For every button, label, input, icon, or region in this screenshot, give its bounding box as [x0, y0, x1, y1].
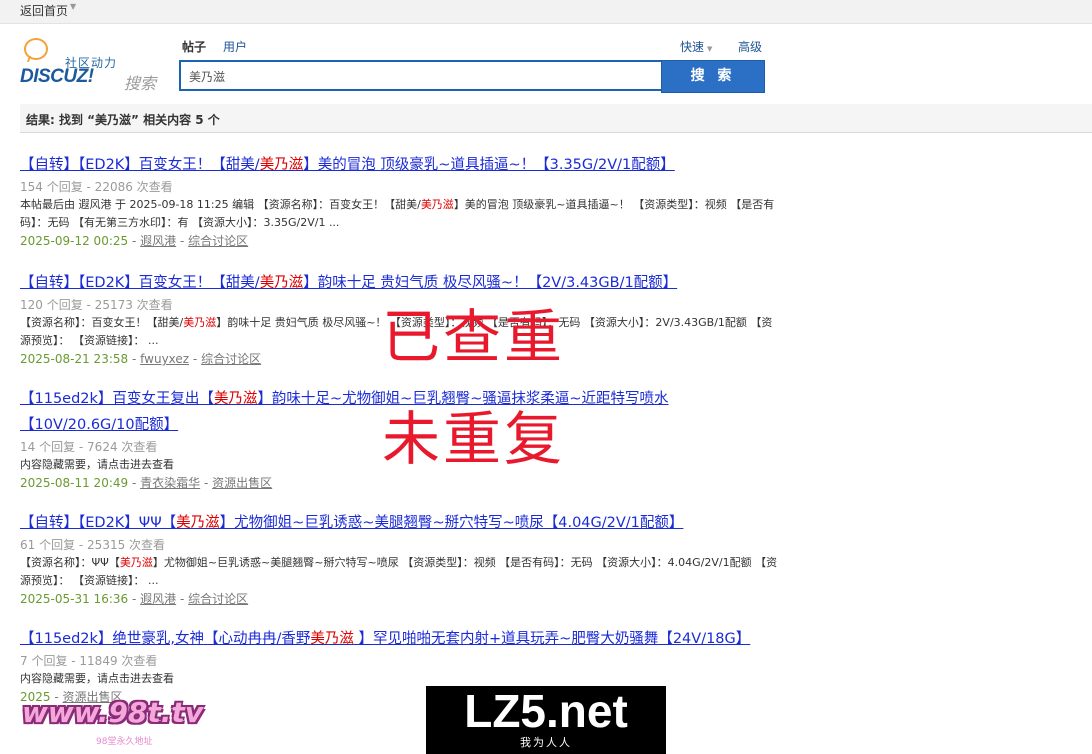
lz5-watermark-slogan: 我为人人 — [520, 736, 572, 749]
result-forum-link[interactable]: 资源出售区 — [212, 476, 272, 490]
result-excerpt: 本帖最后由 遐风港 于 2025-09-18 11:25 编辑 【资源名称】：百… — [20, 198, 775, 229]
back-home-link[interactable]: 返回首页 — [20, 2, 68, 19]
logo-search-word: 搜索 — [124, 74, 157, 93]
search-button[interactable]: 搜 索 — [661, 60, 765, 93]
chevron-down-icon: ▼ — [707, 45, 713, 53]
result-excerpt: 【资源名称】：ΨΨ【美乃滋】尤物御姐~巨乳诱惑~美腿翘臀~掰穴特写~喷尿 【资源… — [20, 556, 778, 587]
result-item: 【自转】【ED2K】ΨΨ【美乃滋】尤物御姐~巨乳诱惑~美腿翘臀~掰穴特写~喷尿【… — [20, 510, 780, 626]
result-author-link[interactable]: 遐风港 — [140, 234, 176, 248]
chat-bubble-tail — [26, 56, 38, 62]
tab-users[interactable]: 用户 — [223, 38, 247, 55]
result-footer: 2025-09-12 00:25 - 遐风港 - 综合讨论区 — [20, 234, 249, 248]
result-author-link[interactable]: 遐风港 — [140, 592, 176, 606]
result-meta: 154 个回复 - 22086 次查看 — [20, 180, 173, 194]
chevron-down-icon[interactable]: ▼ — [70, 2, 76, 11]
result-meta: 61 个回复 - 25315 次查看 — [20, 538, 166, 552]
result-forum-link[interactable]: 综合讨论区 — [201, 352, 261, 366]
result-author-link[interactable]: fwuyxez — [140, 352, 189, 366]
site-watermark: www.98t.tv 98堂永久地址 — [22, 696, 246, 754]
top-bar: 返回首页 ▼ — [0, 0, 1092, 24]
result-title-link[interactable]: 【自转】【ED2K】ΨΨ【美乃滋】尤物御姐~巨乳诱惑~美腿翘臀~掰穴特写~喷尿【… — [20, 510, 780, 536]
result-forum-link[interactable]: 综合讨论区 — [188, 592, 248, 606]
search-box — [179, 60, 661, 91]
logo-brand: DISCUZ! — [20, 66, 94, 87]
lz5-watermark: LZ5.net 我为人人 — [426, 686, 666, 754]
result-item: 【自转】【ED2K】百变女王！【甜美/美乃滋】美的冒泡 顶级豪乳~道具插逼~！【… — [20, 152, 780, 270]
tab-posts[interactable]: 帖子 — [182, 38, 206, 55]
result-summary-bar: 结果: 找到 “美乃滋” 相关内容 5 个 — [20, 104, 1092, 133]
result-title-link[interactable]: 【自转】【ED2K】百变女王！【甜美/美乃滋】美的冒泡 顶级豪乳~道具插逼~！【… — [20, 152, 780, 178]
result-footer: 2025-08-11 20:49 - 青衣染霜华 - 资源出售区 — [20, 476, 273, 490]
not-duplicate-stamp: 未重复 — [382, 405, 566, 473]
site-watermark-caption: 98堂永久地址 — [96, 737, 153, 747]
result-excerpt: 内容隐藏需要，请点击进去查看 — [20, 672, 174, 685]
result-author-link[interactable]: 青衣染霜华 — [140, 476, 200, 490]
result-date: 2025-05-31 16:36 — [20, 592, 129, 606]
quick-search-dropdown[interactable]: 快速 ▼ — [680, 38, 712, 55]
result-forum-link[interactable]: 综合讨论区 — [188, 234, 248, 248]
discuz-logo[interactable]: 社区动力 DISCUZ! 搜索 — [20, 38, 160, 93]
search-input[interactable] — [187, 62, 661, 90]
result-meta: 7 个回复 - 11849 次查看 — [20, 654, 158, 668]
site-watermark-url: www.98t.tv — [22, 696, 204, 729]
result-footer: 2025-05-31 16:36 - 遐风港 - 综合讨论区 — [20, 592, 249, 606]
result-date: 2025-08-21 23:58 — [20, 352, 129, 366]
duplicate-checked-stamp: 已查重 — [382, 303, 566, 371]
lz5-watermark-logo: LZ5.net — [464, 686, 628, 737]
result-date: 2025-09-12 00:25 — [20, 234, 129, 248]
result-title-link[interactable]: 【自转】【ED2K】百变女王！【甜美/美乃滋】韵味十足 贵妇气质 极尽风骚~！【… — [20, 270, 780, 296]
result-date: 2025-08-11 20:49 — [20, 476, 129, 490]
result-title-link[interactable]: 【115ed2k】绝世豪乳,女神【心动冉冉/香野美乃滋 】罕见啪啪无套内射+道具… — [20, 626, 780, 652]
quick-search-label: 快速 — [680, 40, 705, 54]
advanced-search-link[interactable]: 高级 — [738, 38, 762, 55]
result-summary: 结果: 找到 “美乃滋” 相关内容 5 个 — [26, 113, 220, 127]
